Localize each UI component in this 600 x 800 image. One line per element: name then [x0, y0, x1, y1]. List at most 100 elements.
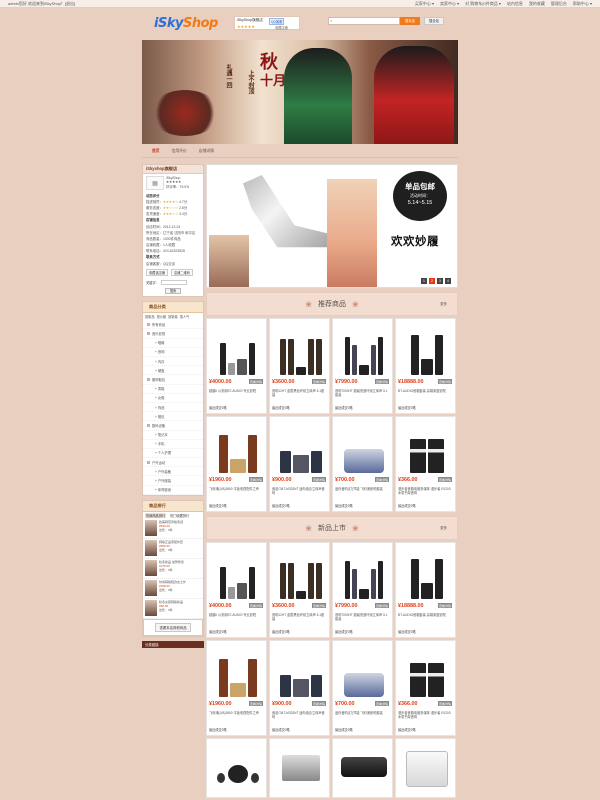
category-sub-item[interactable]: + 男鞋	[143, 385, 203, 394]
view-detail-button[interactable]: 查看详情	[248, 701, 263, 706]
product-card[interactable]: ¥700.00 查看详情 迷你音响(灯)节能 飞利浦音响套装 最近成交0笔	[332, 416, 393, 512]
view-detail-button[interactable]: 查看详情	[248, 379, 263, 384]
ranking-thumb[interactable]	[145, 560, 157, 577]
view-detail-button[interactable]: 查看详情	[437, 477, 452, 482]
product-image[interactable]	[213, 423, 262, 473]
view-detail-button[interactable]: 查看详情	[437, 379, 452, 384]
product-image[interactable]	[339, 325, 388, 375]
product-card[interactable]	[395, 738, 456, 798]
product-name[interactable]: 飞利浦(LIB)3650 平板电视配件之声	[209, 487, 264, 496]
ranking-item[interactable]: 韩版正品男装外套 ¥680.00 出售：0件	[143, 539, 203, 559]
view-detail-button[interactable]: 查看详情	[248, 603, 263, 608]
ranking-item[interactable]: 秋冬女装韩版新品 ¥98.00 出售：0件	[143, 599, 203, 619]
product-name[interactable]: 音响12HT 金属黑色环绕立体声 5.1套装	[272, 613, 327, 622]
cat-tab[interactable]: 按新品	[145, 314, 155, 319]
product-image[interactable]	[339, 549, 388, 599]
view-detail-button[interactable]: 查看详情	[374, 603, 389, 608]
fav-shop-button[interactable]: 收藏该店铺	[146, 269, 168, 277]
category-item[interactable]: 户外运动	[143, 458, 203, 468]
product-image[interactable]	[213, 549, 262, 599]
site-logo[interactable]: iSkyShop	[154, 16, 218, 31]
category-sub-item[interactable]: + 音响	[143, 348, 203, 357]
top-link-help[interactable]: 帮助中心 ▾	[573, 1, 592, 7]
product-name[interactable]: BT-AUDIO音箱套装 高端家庭影院	[398, 389, 453, 398]
nav-detail[interactable]: 店铺详情	[199, 149, 214, 154]
product-card[interactable]: ¥7990.00 查看详情 音响7000HT 超级低音环绕立体声 5.1套装 最近成交…	[332, 318, 393, 414]
category-sub-item[interactable]: + 体育健身	[143, 486, 203, 495]
category-sub-item[interactable]: + 帽包	[143, 412, 203, 422]
product-card[interactable]: ¥18888.00 查看详情 BT-AUDIO音箱套装 高端家庭影院 最近成交0笔	[395, 542, 456, 638]
product-card[interactable]: ¥900.00 查看详情 索尼CMT-M333NT 迷你组合立体声音响 最近成交0笔	[269, 640, 330, 736]
slide-page-1[interactable]: 1	[421, 278, 427, 284]
product-image[interactable]	[213, 647, 262, 697]
view-detail-button[interactable]: 查看详情	[311, 477, 326, 482]
cat-tab[interactable]: 按人气	[180, 314, 190, 319]
product-image[interactable]	[276, 423, 325, 473]
view-detail-button[interactable]: 查看详情	[311, 379, 326, 384]
product-name[interactable]: 音响7000HT 超级低音环绕立体声 5.1套装	[335, 389, 390, 398]
product-card[interactable]: ¥7990.00 查看详情 音响7000HT 超级低音环绕立体声 5.1套装 最近成交…	[332, 542, 393, 638]
category-sub-item[interactable]: + 内存	[143, 357, 203, 367]
shop-name[interactable]: iSkyShop旗舰店	[237, 18, 263, 23]
view-detail-button[interactable]: 查看详情	[374, 701, 389, 706]
category-sub-item[interactable]: + 户外装备	[143, 467, 203, 477]
more-products-button[interactable]: 查看本店其他商品	[155, 622, 191, 632]
product-image[interactable]	[276, 647, 325, 697]
product-image[interactable]	[402, 423, 451, 473]
product-name[interactable]: 漫步者音箱电脑多媒体 漫步者 R1200 木质书架音响	[398, 487, 453, 496]
view-detail-button[interactable]: 查看详情	[374, 379, 389, 384]
qq-button[interactable]: QQ客服	[269, 18, 285, 25]
product-image[interactable]	[402, 325, 451, 375]
slide-page-4[interactable]: 4	[445, 278, 451, 284]
view-detail-button[interactable]: 查看详情	[248, 477, 263, 482]
product-name[interactable]: 漫步者音箱电脑多媒体 漫步者 R1200 木质书架音响	[398, 711, 453, 720]
product-image[interactable]	[213, 325, 262, 375]
shop-search-button[interactable]: 搜索	[164, 288, 182, 295]
welcome-text[interactable]: admin您好 欢迎来到iSkyShop！[退出]	[8, 1, 75, 7]
nav-home[interactable]: 首页	[152, 149, 160, 154]
section-more-link[interactable]: 更多	[440, 301, 447, 306]
product-image[interactable]	[339, 423, 388, 473]
top-link-buyer[interactable]: 买家中心 ▾	[415, 1, 434, 7]
cat-tab[interactable]: 按销量	[168, 314, 178, 319]
view-detail-button[interactable]: 查看详情	[311, 701, 326, 706]
nav-credit[interactable]: 信用评价	[172, 149, 187, 154]
product-name[interactable]: 索尼CMT-M333NT 迷你组合立体声音响	[272, 487, 327, 496]
ranking-thumb[interactable]	[145, 520, 157, 537]
top-link-message[interactable]: 站内信息	[507, 1, 523, 7]
fav-shop-link[interactable]: 收藏店铺	[275, 25, 288, 30]
category-link-bar[interactable]: 分类链接	[142, 640, 204, 648]
product-name[interactable]: 索尼CMT-M333NT 迷你组合立体声音响	[272, 711, 327, 720]
product-image[interactable]	[339, 647, 388, 697]
cat-tab[interactable]: 按价格	[157, 314, 167, 319]
category-sub-item[interactable]: + 女鞋	[143, 394, 203, 403]
slide-page-3[interactable]: 3	[437, 278, 443, 284]
product-image[interactable]	[276, 549, 325, 599]
product-card[interactable]: ¥700.00 查看详情 迷你音响(灯)节能 飞利浦音响套装 最近成交0笔	[332, 640, 393, 736]
rank-tab-hot[interactable]: 热销商品排行	[145, 512, 167, 518]
view-detail-button[interactable]: 查看详情	[437, 603, 452, 608]
product-name[interactable]: 迷你音响(灯)节能 飞利浦音响套装	[335, 711, 390, 720]
search-shop-button[interactable]: 搜本店	[400, 17, 420, 25]
product-card[interactable]: ¥1960.00 查看详情 飞利浦(LIB)3650 平板电视配件之声 最近成交0笔	[206, 416, 267, 512]
product-card[interactable]	[206, 738, 267, 798]
category-sub-item[interactable]: + 手机	[143, 440, 203, 449]
product-name[interactable]: 音响7000HT 超级低音环绕立体声 5.1套装	[335, 613, 390, 622]
product-image[interactable]	[276, 325, 325, 375]
keyword-input[interactable]	[160, 280, 187, 286]
category-sub-item[interactable]: + 户外服装	[143, 476, 203, 486]
product-card[interactable]: ¥1960.00 查看详情 飞利浦(LIB)3650 平板电视配件之声 最近成交0笔	[206, 640, 267, 736]
product-name[interactable]: 飞利浦(LIB)3650 平板电视配件之声	[209, 711, 264, 720]
ranking-item[interactable]: 欧美韩范风格毛领 ¥696.00 出售：0件	[143, 519, 203, 539]
category-item[interactable]: 音乐影视	[143, 329, 203, 339]
category-sub-item[interactable]: + 饰品	[143, 403, 203, 413]
product-name[interactable]: 超越Ⅱ 公务用BT-AUDIO 专业影院	[209, 613, 264, 622]
search-site-button[interactable]: 搜全站	[424, 17, 444, 25]
ranking-thumb[interactable]	[145, 540, 157, 557]
rank-tab-fav[interactable]: 热门收藏排行	[169, 513, 190, 518]
product-name[interactable]: BT-AUDIO音箱套装 高端家庭影院	[398, 613, 453, 622]
product-card[interactable]: ¥366.00 查看详情 漫步者音箱电脑多媒体 漫步者 R1200 木质书架音响 最近…	[395, 640, 456, 736]
category-sub-item[interactable]: + 笔记本	[143, 431, 203, 440]
top-link-seller[interactable]: 卖家中心 ▾	[440, 1, 459, 7]
ranking-thumb[interactable]	[145, 580, 157, 597]
